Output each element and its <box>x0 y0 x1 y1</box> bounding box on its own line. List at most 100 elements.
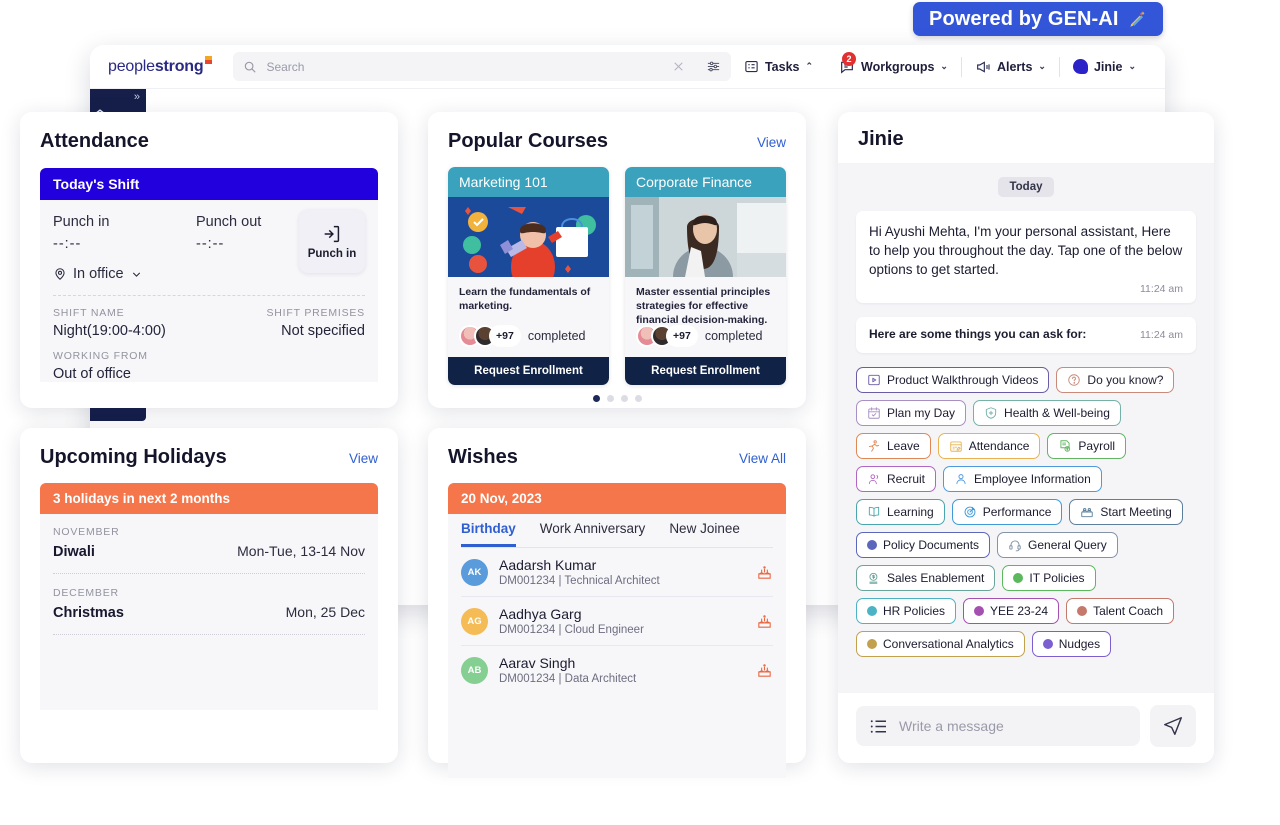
chip-sales-enablement[interactable]: Sales Enablement <box>856 564 996 591</box>
avatar-overflow-count: +97 <box>489 325 521 347</box>
holiday-name: Christmas <box>53 605 124 621</box>
working-from-value: Out of office <box>53 366 131 382</box>
dot <box>1013 572 1024 583</box>
chip-recruit[interactable]: Recruit <box>856 465 937 492</box>
chip-plan-my-day[interactable]: Plan my Day <box>856 399 967 426</box>
nav-label-tasks: Tasks <box>764 59 800 74</box>
book-open-icon <box>867 505 881 519</box>
chip-conversational-analytics[interactable]: Conversational Analytics <box>856 630 1025 657</box>
tab-new-joinee[interactable]: New Joinee <box>669 521 740 547</box>
peoplestrong-logo[interactable]: peoplestrong <box>108 55 213 76</box>
list-item[interactable]: AK Aadarsh Kumar DM001234 | Technical Ar… <box>461 548 773 597</box>
punch-in-button[interactable]: Punch in <box>299 210 365 273</box>
todays-shift-label: Today's Shift <box>53 176 140 192</box>
chip-policy-documents[interactable]: Policy Documents <box>856 531 991 558</box>
chip-general-query[interactable]: General Query <box>997 531 1118 558</box>
global-search-bar[interactable]: Search <box>233 52 731 81</box>
expand-rail-icon[interactable]: » <box>134 91 140 103</box>
chip-product-walkthrough-videos[interactable]: Product Walkthrough Videos <box>856 366 1050 393</box>
logo-mark-icon <box>205 55 213 64</box>
chip-employee-information[interactable]: Employee Information <box>943 465 1102 492</box>
nav-item-workgroups[interactable]: 2 Workgroups ⌄ <box>826 51 961 75</box>
dot <box>867 605 877 616</box>
carousel-dot[interactable] <box>634 395 642 402</box>
popular-courses-card: Popular Courses View Marketing 101 Learn… <box>428 112 806 408</box>
message-input-wrapper[interactable]: Write a message <box>856 706 1140 746</box>
clear-search-icon[interactable] <box>672 60 685 73</box>
chip-label: Policy Documents <box>883 537 980 552</box>
carousel-dot[interactable] <box>592 395 600 402</box>
attendance-card: Attendance Today's Shift Punch in --:-- … <box>20 112 398 408</box>
punch-in-button-label: Punch in <box>307 248 357 260</box>
carousel-dots[interactable] <box>448 395 786 402</box>
chip-leave[interactable]: Leave <box>856 432 931 459</box>
working-from-block: WORKING FROM Out of office <box>53 350 365 382</box>
send-icon <box>1162 715 1184 737</box>
page-title: Wishes <box>448 446 518 468</box>
avatar-overflow-count: +97 <box>666 325 698 347</box>
dot <box>867 539 877 550</box>
chip-yee-23-24[interactable]: YEE 23-24 <box>963 597 1060 624</box>
search-input[interactable]: Search <box>266 60 663 74</box>
person-icon <box>954 472 968 486</box>
view-holidays-link[interactable]: View <box>349 451 378 466</box>
shift-premises-value: Not specified <box>281 323 365 339</box>
carousel-dot[interactable] <box>606 395 614 402</box>
chip-do-you-know[interactable]: Do you know? <box>1056 366 1175 393</box>
course-card[interactable]: Corporate Finance Master essential princ… <box>625 167 786 385</box>
chevron-down-icon: ⌄ <box>940 61 948 71</box>
holidays-summary-label: 3 holidays in next 2 months <box>53 491 231 506</box>
request-enrollment-button[interactable]: Request Enrollment <box>448 357 609 385</box>
chip-label: IT Policies <box>1029 570 1085 585</box>
carousel-dot[interactable] <box>620 395 628 402</box>
view-all-wishes-link[interactable]: View All <box>739 451 786 466</box>
divider <box>53 573 365 574</box>
holiday-date: Mon, 25 Dec <box>285 604 365 620</box>
chip-payroll[interactable]: Payroll <box>1047 432 1127 459</box>
chip-start-meeting[interactable]: Start Meeting <box>1069 498 1183 525</box>
message-input[interactable]: Write a message <box>899 718 1004 734</box>
upcoming-holidays-card: Upcoming Holidays View 3 holidays in nex… <box>20 428 398 763</box>
chip-nudges[interactable]: Nudges <box>1031 630 1112 657</box>
nav-item-jinie[interactable]: Jinie ⌄ <box>1060 59 1149 74</box>
chip-attendance[interactable]: Attendance <box>937 432 1041 459</box>
chip-health-well-being[interactable]: Health & Well-being <box>973 399 1121 426</box>
chip-label: Health & Well-being <box>1004 405 1110 420</box>
chip-performance[interactable]: Performance <box>951 498 1063 525</box>
search-filter-icon[interactable] <box>706 59 721 74</box>
course-card[interactable]: Marketing 101 Learn the fundamentals of … <box>448 167 609 385</box>
play-box-icon <box>867 373 881 387</box>
nav-item-tasks[interactable]: Tasks ⌃ <box>731 59 826 74</box>
wishes-date-label: 20 Nov, 2023 <box>461 491 542 506</box>
search-icon <box>243 60 257 74</box>
birthday-cake-icon[interactable] <box>756 662 773 679</box>
list-item[interactable]: AB Aarav Singh DM001234 | Data Architect <box>461 646 773 694</box>
tab-work-anniversary[interactable]: Work Anniversary <box>540 521 646 547</box>
list-menu-icon[interactable] <box>869 719 888 734</box>
avatar: AB <box>461 656 488 684</box>
view-courses-link[interactable]: View <box>757 135 786 150</box>
shift-name-value: Night(19:00-4:00) <box>53 323 166 339</box>
list-item[interactable]: AG Aadhya Garg DM001234 | Cloud Engineer <box>461 597 773 646</box>
wishes-card: Wishes View All 20 Nov, 2023 Birthday Wo… <box>428 428 806 778</box>
request-enrollment-button[interactable]: Request Enrollment <box>625 357 786 385</box>
punch-in-label: Punch in <box>53 214 110 230</box>
chip-talent-coach[interactable]: Talent Coach <box>1066 597 1175 624</box>
chevron-down-icon[interactable] <box>130 268 143 281</box>
tab-birthday[interactable]: Birthday <box>461 521 516 547</box>
page-title: Popular Courses <box>448 130 609 152</box>
course-description: Learn the fundamentals of marketing. <box>448 277 609 321</box>
nav-item-alerts[interactable]: Alerts ⌄ <box>962 59 1059 75</box>
send-button[interactable] <box>1150 705 1196 747</box>
birthday-cake-icon[interactable] <box>756 564 773 581</box>
chip-it-policies[interactable]: IT Policies <box>1002 564 1096 591</box>
course-title: Marketing 101 <box>448 167 609 197</box>
chip-learning[interactable]: Learning <box>856 498 945 525</box>
employee-meta: DM001234 | Data Architect <box>499 673 637 685</box>
birthday-cake-icon[interactable] <box>756 613 773 630</box>
chip-label: Start Meeting <box>1100 504 1172 519</box>
course-completion-meta: +97 completed <box>448 321 609 357</box>
app-screenshot: Powered by GEN-AI » peoplestrong Search … <box>0 0 1280 825</box>
chip-label: Employee Information <box>974 471 1091 486</box>
chip-hr-policies[interactable]: HR Policies <box>856 597 957 624</box>
